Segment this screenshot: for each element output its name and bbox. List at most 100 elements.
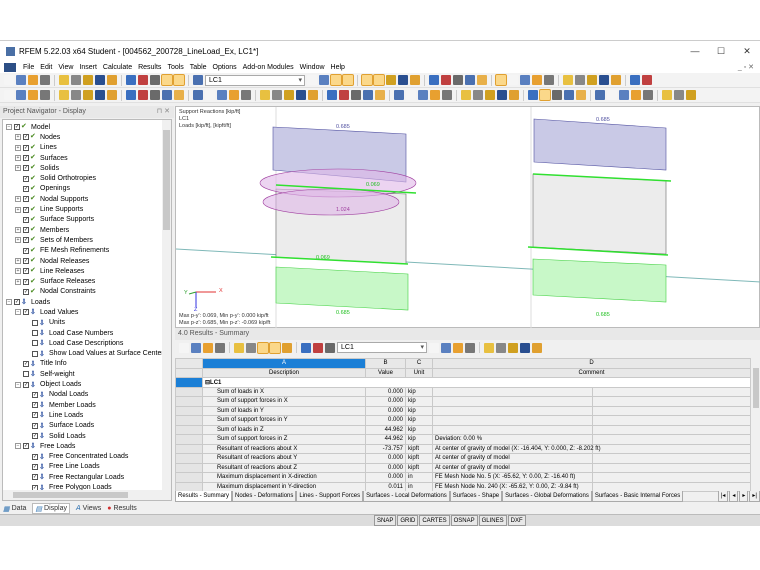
tree-item-solid-loads[interactable]: ✓ ⇩ Solid Loads	[6, 431, 171, 441]
toolbar-button-icon[interactable]	[150, 75, 160, 85]
toolbar-button-icon[interactable]	[461, 90, 471, 100]
status-glines[interactable]: GLINES	[478, 515, 507, 526]
column-header-description[interactable]: Description	[202, 367, 366, 378]
menu-view[interactable]: View	[55, 64, 76, 71]
tree-item-load-case-descriptions[interactable]: ⇩ Load Case Descriptions	[6, 338, 171, 348]
toolbar-button-icon[interactable]	[485, 90, 495, 100]
checkbox[interactable]: ✓	[32, 422, 38, 429]
toolbar-button-icon[interactable]	[173, 74, 185, 86]
toolbar-button-icon[interactable]	[107, 90, 117, 100]
expand-icon[interactable]: +	[15, 144, 21, 151]
tree-item-solid-orthotropies[interactable]: ✓ ✔ Solid Orthotropies	[6, 173, 171, 183]
toolbar-button-icon[interactable]	[150, 90, 160, 100]
results-tab-surfaces-global-deformations[interactable]: Surfaces - Global Deformations	[502, 491, 592, 502]
tree-item-member-loads[interactable]: ✓ ⇩ Member Loads	[6, 400, 171, 410]
toolbar-button-icon[interactable]	[642, 75, 652, 85]
toolbar-button-icon[interactable]	[563, 75, 573, 85]
checkbox[interactable]: ✓	[32, 453, 38, 460]
horizontal-scrollbar[interactable]	[3, 490, 171, 500]
collapse-icon[interactable]: −	[6, 124, 12, 131]
collapse-icon[interactable]: −	[15, 381, 21, 388]
toolbar-button-icon[interactable]	[319, 75, 329, 85]
toolbar-button-icon[interactable]	[398, 75, 408, 85]
menu-add-on-modules[interactable]: Add-on Modules	[240, 64, 297, 71]
toolbar-button-icon[interactable]	[587, 75, 597, 85]
tab-prev-icon[interactable]: ◂	[729, 491, 739, 502]
checkbox[interactable]	[32, 340, 38, 347]
toolbar-button-icon[interactable]	[619, 90, 629, 100]
toolbar-button-icon[interactable]	[611, 75, 621, 85]
minimize-button[interactable]: —	[682, 46, 708, 57]
tree-item-loads[interactable]: − ✓ ⇩ Loads	[6, 297, 171, 307]
checkbox[interactable]: ✓	[23, 134, 29, 141]
checkbox[interactable]: ✓	[23, 443, 29, 450]
tree-item-surfaces[interactable]: + ✓ ✔ Surfaces	[6, 153, 171, 163]
results-toolbar-button-icon[interactable]	[465, 342, 475, 353]
toolbar-button-icon[interactable]	[83, 90, 93, 100]
toolbar-button-icon[interactable]	[552, 90, 562, 100]
expand-icon[interactable]: +	[15, 237, 21, 244]
toolbar-button-icon[interactable]	[40, 90, 50, 100]
checkbox[interactable]: ✓	[23, 268, 29, 275]
checkbox[interactable]: ✓	[23, 309, 29, 316]
toolbar-button-icon[interactable]	[308, 90, 318, 100]
tab-first-icon[interactable]: |◂	[717, 491, 729, 502]
load-case-select[interactable]: LC1	[205, 74, 305, 86]
tree-item-show-load-values-at-surface-center[interactable]: ⇩ Show Load Values at Surface Center	[6, 349, 171, 359]
toolbar-button-icon[interactable]	[272, 90, 282, 100]
3d-model-view[interactable]: Support Reactions [kip/ft] LC1 Loads [ki…	[175, 106, 760, 329]
column-header-unit[interactable]: Unit	[405, 367, 433, 378]
toolbar-button-icon[interactable]	[497, 90, 507, 100]
toolbar-button-icon[interactable]	[59, 90, 69, 100]
tab-next-icon[interactable]: ▸	[739, 491, 749, 502]
checkbox[interactable]: ✓	[23, 175, 29, 182]
toolbar-button-icon[interactable]	[351, 90, 361, 100]
toolbar-button-icon[interactable]	[410, 75, 420, 85]
toolbar-button-icon[interactable]	[528, 90, 538, 100]
results-toolbar-button-icon[interactable]	[496, 342, 506, 353]
toolbar-button-icon[interactable]	[473, 90, 483, 100]
tree-item-fe-mesh-refinements[interactable]: ✓ ✔ FE Mesh Refinements	[6, 246, 171, 256]
tree-item-nodal-releases[interactable]: + ✓ ✔ Nodal Releases	[6, 256, 171, 266]
nav-tab-display[interactable]: ▤ Display	[32, 503, 70, 514]
tree-item-self-weight[interactable]: ⇩ Self-weight	[6, 369, 171, 379]
status-dxf[interactable]: DXF	[507, 515, 526, 526]
expand-icon[interactable]: +	[15, 278, 21, 285]
toolbar-button-icon[interactable]	[373, 74, 385, 86]
close-button[interactable]: ✕	[734, 46, 760, 57]
checkbox[interactable]	[32, 319, 38, 326]
toolbar-button-icon[interactable]	[442, 90, 452, 100]
toolbar-button-icon[interactable]	[686, 90, 696, 100]
vertical-scrollbar[interactable]	[162, 120, 171, 490]
table-row[interactable]: Sum of loads in Z 44.962 kip	[175, 424, 751, 435]
tree-item-surface-supports[interactable]: ✓ ✔ Surface Supports	[6, 215, 171, 225]
row-header[interactable]	[175, 377, 203, 388]
column-header-value[interactable]: Value	[365, 367, 406, 378]
checkbox[interactable]: ✓	[23, 278, 29, 285]
tree-item-nodes[interactable]: + ✓ ✔ Nodes	[6, 132, 171, 142]
toolbar-button-icon[interactable]	[643, 90, 653, 100]
tree-item-free-line-loads[interactable]: ✓ ⇩ Free Line Loads	[6, 462, 171, 472]
results-tab-results-summary[interactable]: Results - Summary	[175, 491, 233, 502]
toolbar-button-icon[interactable]	[509, 90, 519, 100]
pin-close-icons[interactable]: ⊓ ✕	[157, 106, 174, 118]
toolbar-button-icon[interactable]	[28, 90, 38, 100]
tree-item-free-concentrated-loads[interactable]: ✓ ⇩ Free Concentrated Loads	[6, 452, 171, 462]
toolbar-button-icon[interactable]	[83, 75, 93, 85]
toolbar-button-icon[interactable]	[575, 75, 585, 85]
toolbar-button-icon[interactable]	[662, 90, 672, 100]
toolbar-button-icon[interactable]	[28, 75, 38, 85]
table-row[interactable]: Resultant of reactions about Z 0.000 kipft…	[175, 462, 751, 473]
tree-item-members[interactable]: + ✓ ✔ Members	[6, 225, 171, 235]
toolbar-button-icon[interactable]	[296, 90, 306, 100]
results-toolbar-button-icon[interactable]	[301, 342, 311, 353]
results-tab-surfaces-local-deformations[interactable]: Surfaces - Local Deformations	[363, 491, 450, 502]
expand-icon[interactable]: +	[15, 134, 21, 141]
menu-tools[interactable]: Tools	[164, 64, 186, 71]
toolbar-button-icon[interactable]	[607, 90, 617, 100]
table-row[interactable]: Resultant of reactions about X -73.757 kip…	[175, 443, 751, 454]
table-row[interactable]: Sum of loads in Y 0.000 kip	[175, 405, 751, 416]
row-header[interactable]	[175, 472, 203, 483]
checkbox[interactable]: ✓	[32, 412, 38, 419]
checkbox[interactable]: ✓	[23, 360, 29, 367]
